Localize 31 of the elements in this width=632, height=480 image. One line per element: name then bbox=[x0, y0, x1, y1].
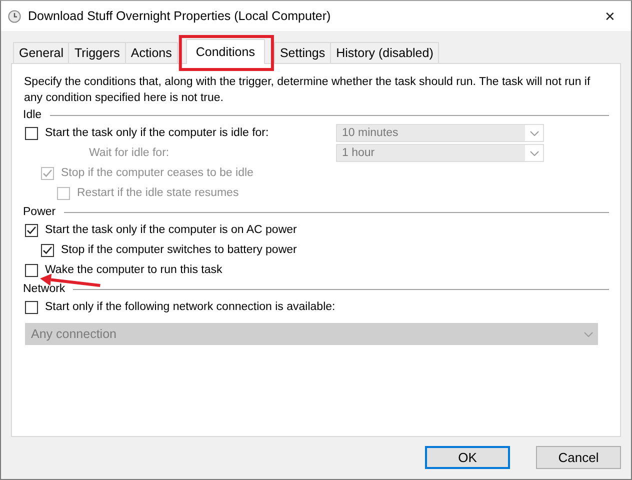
checkbox-label: Stop if the computer switches to battery power bbox=[61, 244, 297, 256]
tab[interactable]: Conditions bbox=[186, 39, 265, 64]
chevron-down-icon bbox=[584, 332, 592, 336]
checkbox[interactable] bbox=[25, 264, 38, 276]
chevron-down-icon bbox=[530, 150, 538, 156]
tab[interactable]: Settings bbox=[274, 42, 332, 63]
checkbox-label: Start the task only if the computer is idle for: bbox=[45, 127, 269, 139]
tab[interactable]: General bbox=[13, 42, 70, 63]
chevron-down-icon bbox=[530, 130, 538, 136]
clock-icon bbox=[8, 10, 21, 22]
checkbox-label: Start the task only if the computer is on AC power bbox=[45, 224, 297, 236]
checkbox-label: Restart if the idle state resumes bbox=[77, 187, 239, 199]
checkbox[interactable] bbox=[25, 224, 38, 236]
field-label: Wait for idle for: bbox=[89, 147, 170, 159]
window-title: Download Stuff Overnight Properties (Local Computer) bbox=[28, 9, 332, 23]
section-title: Power bbox=[23, 206, 56, 218]
dialog-button[interactable]: Cancel bbox=[536, 446, 621, 469]
section-title: Idle bbox=[23, 108, 42, 120]
section-title: Network bbox=[23, 282, 66, 294]
checkbox-label: Start only if the following network connection is available: bbox=[45, 301, 336, 313]
tab[interactable]: History (disabled) bbox=[330, 42, 440, 63]
checkbox[interactable] bbox=[41, 244, 54, 256]
description-text: Specify the conditions that, along with the trigger, determine whether the task should run. The task will not run if any condition specified here is not true. bbox=[24, 75, 592, 106]
checkbox-label: Stop if the computer ceases to be idle bbox=[61, 167, 254, 179]
dialog-button[interactable]: OK bbox=[425, 446, 510, 469]
checkbox[interactable] bbox=[25, 300, 38, 314]
tab[interactable]: Actions bbox=[124, 42, 178, 63]
close-button[interactable]: ✕ bbox=[593, 8, 627, 24]
checkbox-label: Wake the computer to run this task bbox=[45, 264, 222, 276]
checkbox[interactable] bbox=[25, 126, 38, 140]
tab[interactable]: Triggers bbox=[68, 42, 126, 63]
